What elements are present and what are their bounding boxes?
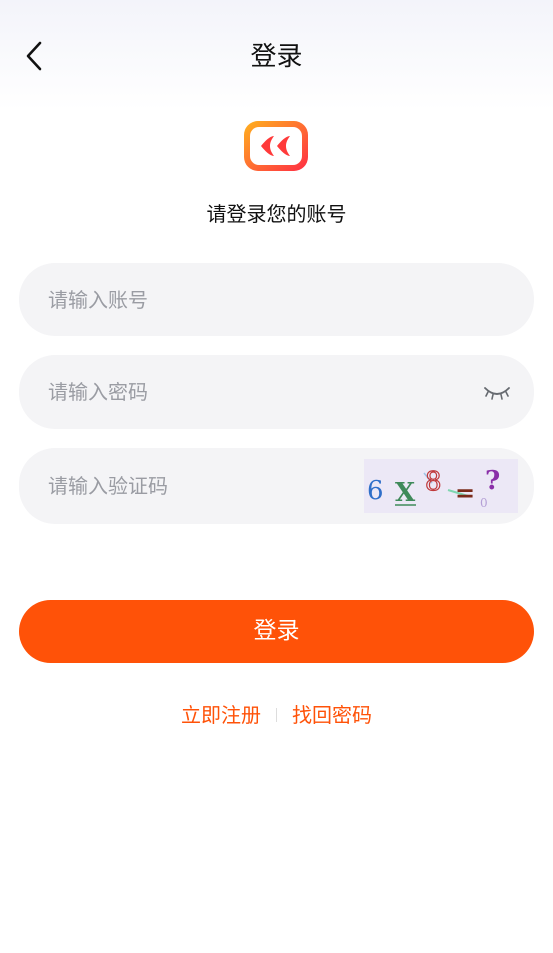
svg-text:=: =: [455, 479, 475, 507]
svg-text:6: 6: [367, 476, 384, 506]
password-field: [19, 355, 534, 429]
app-logo: [243, 120, 309, 172]
double-heart-logo-icon: [244, 121, 308, 171]
login-subtitle: 请登录您的账号: [206, 202, 347, 226]
password-input[interactable]: [48, 355, 448, 429]
captcha-image[interactable]: 6 X 8 = ? 0: [364, 459, 518, 513]
eye-closed-icon: [484, 387, 510, 400]
password-visibility-toggle[interactable]: [482, 378, 512, 406]
account-field: [19, 263, 534, 336]
auth-links: 立即注册 找回密码: [0, 700, 553, 730]
svg-text:X: X: [395, 478, 416, 508]
account-input[interactable]: [48, 263, 508, 336]
svg-text:0: 0: [480, 496, 488, 510]
page-title: 登录: [250, 42, 303, 72]
captcha-graphic: 6 X 8 = ? 0: [367, 466, 500, 510]
svg-text:8: 8: [425, 467, 442, 497]
svg-text:?: ?: [485, 466, 500, 496]
login-button[interactable]: 登录: [19, 600, 534, 663]
links-divider: [276, 708, 277, 722]
captcha-field: 6 X 8 = ? 0: [19, 448, 534, 524]
header: 登录: [0, 0, 553, 114]
forgot-password-link[interactable]: 找回密码: [292, 700, 372, 730]
register-link[interactable]: 立即注册: [181, 700, 261, 730]
captcha-input[interactable]: [48, 448, 348, 524]
